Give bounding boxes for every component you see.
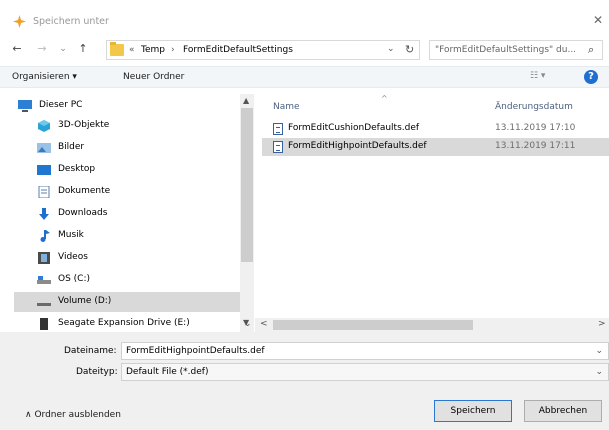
tree-item-label: Volume (D:) [58, 296, 112, 306]
search-placeholder: "FormEditDefaultSettings" du... [435, 45, 577, 55]
desktop-icon [37, 165, 51, 175]
address-dropdown-icon[interactable]: ⌄ [387, 44, 395, 54]
tree-item-downloads[interactable]: Downloads [14, 204, 240, 224]
tree-item-documents[interactable]: Dokumente [14, 182, 240, 202]
scroll-thumb[interactable] [273, 320, 473, 330]
file-name: FormEditCushionDefaults.def [288, 123, 420, 133]
cube-icon [38, 120, 50, 132]
star-app-icon [13, 15, 26, 28]
videos-icon [38, 252, 50, 264]
scroll-left-arrow-icon[interactable]: < [260, 319, 268, 329]
filetype-value: Default File (*.def) [126, 367, 209, 377]
tree-item-label: Dokumente [58, 186, 111, 196]
documents-icon [38, 186, 50, 198]
forward-button[interactable]: → [35, 42, 49, 56]
tree-item-videos[interactable]: Videos [14, 248, 240, 268]
breadcrumb-separator[interactable]: › [171, 45, 175, 55]
save-button[interactable]: Speichern [434, 400, 512, 422]
file-icon [273, 123, 283, 135]
filename-input[interactable]: FormEditHighpointDefaults.def ⌄ [121, 342, 609, 360]
sort-ascending-icon: ^ [381, 94, 388, 103]
recent-locations-button[interactable]: ⌄ [56, 42, 70, 56]
tree-item-label: Desktop [58, 164, 96, 174]
organize-menu[interactable]: Organisieren ▾ [12, 72, 77, 82]
filetype-dropdown-icon[interactable]: ⌄ [595, 367, 603, 377]
downloads-icon [39, 208, 49, 220]
breadcrumb-overflow[interactable]: « [129, 45, 135, 55]
pictures-icon [37, 143, 51, 153]
file-date: 13.11.2019 17:11 [495, 141, 576, 151]
file-list[interactable]: ^ Name Änderungsdatum FormEditCushionDef… [262, 94, 609, 320]
breadcrumb-temp[interactable]: Temp [141, 45, 165, 55]
filetype-select[interactable]: Default File (*.def) ⌄ [121, 363, 609, 381]
view-options-icon[interactable]: ☷ ▾ [530, 71, 558, 85]
command-bar: Organisieren ▾ Neuer Ordner ☷ ▾ ? [0, 66, 609, 88]
column-header-name[interactable]: Name [273, 102, 300, 122]
navigation-bar: ← → ⌄ ↑ « Temp › FormEditDefaultSettings… [0, 38, 609, 62]
file-icon [273, 141, 283, 153]
music-icon [40, 230, 50, 242]
tree-item-label: Bilder [58, 142, 85, 152]
file-date: 13.11.2019 17:10 [495, 123, 576, 133]
tree-item-drive-c[interactable]: OS (C:) [14, 270, 240, 290]
scroll-thumb[interactable] [241, 108, 253, 262]
search-input[interactable]: "FormEditDefaultSettings" du... ⌕ [429, 40, 603, 60]
tree-scroll-down-icon[interactable]: ⌄ [244, 319, 252, 329]
tree-item-label: Downloads [58, 208, 108, 218]
tree-item-music[interactable]: Musik [14, 226, 240, 246]
filename-label: Dateiname: [64, 346, 117, 356]
search-icon[interactable]: ⌕ [588, 43, 594, 57]
help-icon[interactable]: ? [584, 70, 598, 84]
tree-item-label: 3D-Objekte [58, 120, 110, 130]
file-list-horizontal-scrollbar[interactable]: < > [255, 318, 609, 332]
new-folder-button[interactable]: Neuer Ordner [123, 72, 184, 82]
tree-item-label: Dieser PC [39, 100, 83, 110]
drive-icon [37, 303, 51, 306]
up-button[interactable]: ↑ [76, 42, 90, 56]
file-name: FormEditHighpointDefaults.def [288, 141, 427, 151]
file-row[interactable]: FormEditCushionDefaults.def 13.11.2019 1… [262, 120, 609, 138]
tree-item-pictures[interactable]: Bilder [14, 138, 240, 158]
title-bar: Speichern unter ✕ [0, 0, 609, 36]
tree-item-label: Seagate Expansion Drive (E:) [58, 318, 190, 328]
filename-value: FormEditHighpointDefaults.def [126, 346, 265, 356]
pc-icon [18, 100, 32, 112]
external-drive-icon [40, 318, 48, 330]
window-title: Speichern unter [33, 16, 109, 27]
save-form: Dateiname: FormEditHighpointDefaults.def… [0, 332, 609, 430]
tree-item-drive-d[interactable]: Volume (D:) [14, 292, 240, 312]
filename-dropdown-icon[interactable]: ⌄ [595, 346, 603, 356]
tree-item-this-pc[interactable]: Dieser PC [14, 96, 240, 116]
drive-icon [37, 276, 51, 284]
hide-folders-button[interactable]: ∧ Ordner ausblenden [25, 410, 121, 420]
column-header-date[interactable]: Änderungsdatum [495, 102, 573, 122]
tree-item-3d-objects[interactable]: 3D-Objekte [14, 116, 240, 136]
tree-item-label: Videos [58, 252, 88, 262]
close-button[interactable]: ✕ [590, 12, 606, 28]
navigation-pane[interactable]: Dieser PC 3D-Objekte Bilder Desktop Doku… [14, 94, 240, 330]
refresh-icon[interactable]: ↻ [405, 43, 414, 56]
navigation-pane-scrollbar[interactable]: ▲ ▼ [240, 94, 254, 332]
address-bar[interactable]: « Temp › FormEditDefaultSettings ⌄ ↻ [106, 40, 420, 60]
tree-item-desktop[interactable]: Desktop [14, 160, 240, 180]
file-row[interactable]: FormEditHighpointDefaults.def 13.11.2019… [262, 138, 609, 156]
filetype-label: Dateityp: [76, 367, 118, 377]
back-button[interactable]: ← [10, 42, 24, 56]
tree-item-label: Musik [58, 230, 84, 240]
tree-item-drive-e[interactable]: Seagate Expansion Drive (E:) [14, 314, 240, 334]
tree-item-label: OS (C:) [58, 274, 90, 284]
scroll-right-arrow-icon[interactable]: > [598, 319, 606, 329]
scroll-up-arrow-icon[interactable]: ▲ [243, 96, 249, 105]
cancel-button[interactable]: Abbrechen [524, 400, 602, 422]
breadcrumb-current[interactable]: FormEditDefaultSettings [183, 45, 293, 55]
folder-icon [110, 42, 124, 56]
